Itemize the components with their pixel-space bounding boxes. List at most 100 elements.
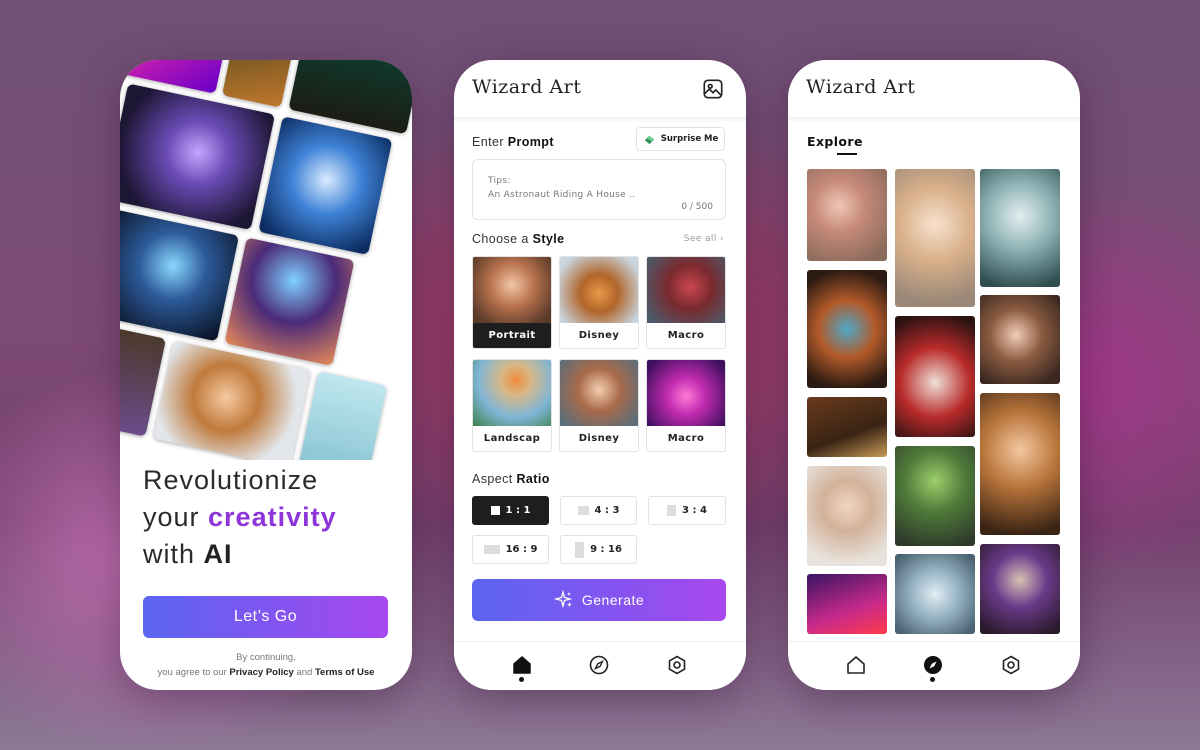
style-label: Landscap <box>483 433 541 444</box>
header-divider <box>788 117 1080 123</box>
gallery-image[interactable] <box>980 169 1060 287</box>
active-tab-indicator <box>930 677 935 682</box>
ratio-label: 9 : 16 <box>590 544 622 555</box>
hero-bold-word: AI <box>203 539 233 569</box>
see-all-link[interactable]: See all › <box>684 234 724 244</box>
ratio-label: 3 : 4 <box>682 505 707 516</box>
generate-label: Generate <box>581 592 645 608</box>
gallery-image[interactable] <box>807 574 887 634</box>
hero-headline: Revolutionize your creativity with AI <box>143 462 337 573</box>
style-section-label: Choose a Style <box>472 232 564 246</box>
collage-image <box>120 208 240 342</box>
gallery-image[interactable] <box>807 466 887 566</box>
settings-tab[interactable] <box>1000 654 1022 678</box>
gallery-icon[interactable] <box>702 78 724 100</box>
explore-tab[interactable] <box>588 654 610 678</box>
gallery-image[interactable] <box>895 446 975 546</box>
gallery-image[interactable] <box>807 270 887 388</box>
style-card-macro[interactable]: Macro <box>646 256 726 349</box>
tall-ratio-icon <box>575 541 585 558</box>
prompt-section-label: Enter Prompt <box>472 135 554 149</box>
collage-image <box>153 340 311 460</box>
wide-ratio-icon <box>483 545 500 554</box>
artwork-collage <box>120 60 412 460</box>
gallery-image[interactable] <box>895 169 975 307</box>
tab-underline <box>837 153 857 155</box>
ratio-option-9-16[interactable]: 9 : 16 <box>560 535 637 564</box>
tips-label: Tips: <box>488 176 511 186</box>
explore-tab-label[interactable]: Explore <box>807 134 863 149</box>
surprise-me-button[interactable]: Surprise Me <box>636 127 725 151</box>
style-thumbnail <box>647 257 725 323</box>
home-tab[interactable] <box>511 654 533 682</box>
sparkles-icon <box>553 590 573 609</box>
ratio-option-3-4[interactable]: 3 : 4 <box>648 496 726 525</box>
prompt-placeholder: An Astronaut Riding A House .. <box>488 190 636 200</box>
ratio-label: 4 : 3 <box>594 505 620 516</box>
style-card-disney[interactable]: Disney <box>559 256 639 349</box>
home-icon <box>513 656 531 674</box>
hero-line-1: Revolutionize <box>143 465 319 495</box>
home-tab[interactable] <box>845 654 867 678</box>
prompt-label-prefix: Enter <box>472 135 508 149</box>
onboarding-screen: Revolutionize your creativity with AI Le… <box>120 60 412 690</box>
explore-screen: Wizard Art Explore <box>788 60 1080 690</box>
app-title: Wizard Art <box>472 76 582 98</box>
hero-line-3: with <box>143 539 204 569</box>
landscape-ratio-icon <box>577 506 589 515</box>
ratio-option-4-3[interactable]: 4 : 3 <box>560 496 637 525</box>
style-card-portrait[interactable]: Portrait <box>472 256 552 349</box>
ratio-label: 16 : 9 <box>505 544 538 555</box>
explore-tab[interactable] <box>922 654 944 682</box>
settings-icon <box>668 655 686 675</box>
collage-image <box>258 116 393 255</box>
collage-image <box>297 371 388 460</box>
prompt-input[interactable]: Tips: An Astronaut Riding A House .. 0 /… <box>472 159 726 220</box>
gallery-image[interactable] <box>895 316 975 437</box>
style-thumbnail <box>560 257 638 323</box>
gallery-image[interactable] <box>980 295 1060 384</box>
style-thumbnail <box>647 360 725 426</box>
style-thumbnail <box>473 360 551 426</box>
create-screen: Wizard Art Enter Prompt Surprise Me Tips… <box>454 60 746 690</box>
surprise-me-label: Surprise Me <box>660 134 719 144</box>
style-label: Portrait <box>473 323 551 348</box>
style-label: Macro <box>667 330 705 341</box>
see-all-label: See all <box>683 234 717 244</box>
compass-icon <box>589 655 609 675</box>
lets-go-button[interactable]: Let’s Go <box>143 596 388 638</box>
gallery-image[interactable] <box>980 544 1060 634</box>
privacy-policy-link[interactable]: Privacy Policy <box>229 667 293 678</box>
style-label: Macro <box>667 433 705 444</box>
style-card-disney-2[interactable]: Disney <box>559 359 639 452</box>
compass-icon <box>924 656 942 674</box>
terms-notice: By continuing, you agree to our Privacy … <box>120 650 412 680</box>
collage-image <box>224 237 355 366</box>
bottom-tab-bar <box>788 641 1080 690</box>
generate-button[interactable]: Generate <box>472 579 726 621</box>
gallery-image[interactable] <box>980 393 1060 535</box>
style-label: Disney <box>578 330 620 341</box>
style-label: Disney <box>578 433 620 444</box>
ratio-option-1-1[interactable]: 1 : 1 <box>472 496 549 525</box>
ratio-option-16-9[interactable]: 16 : 9 <box>472 535 549 564</box>
style-card-macro-2[interactable]: Macro <box>646 359 726 452</box>
terms-of-use-link[interactable]: Terms of Use <box>315 667 374 678</box>
dice-icon <box>644 135 654 144</box>
ratio-label: 1 : 1 <box>505 505 531 516</box>
gallery-image[interactable] <box>895 554 975 634</box>
hero-accent-word: creativity <box>208 502 337 532</box>
header-divider <box>454 117 746 123</box>
portrait-ratio-icon <box>667 505 677 516</box>
style-card-landscape[interactable]: Landscap <box>472 359 552 452</box>
style-label-prefix: Choose a <box>472 232 533 246</box>
settings-tab[interactable] <box>666 654 688 678</box>
bottom-tab-bar <box>454 641 746 690</box>
style-thumbnail <box>473 257 551 323</box>
terms-prefix: you agree to our <box>157 667 230 678</box>
gallery-image[interactable] <box>807 169 887 261</box>
style-thumbnail <box>560 360 638 426</box>
gallery-image[interactable] <box>807 397 887 457</box>
character-counter: 0 / 500 <box>681 202 713 212</box>
prompt-label-bold: Prompt <box>507 135 554 149</box>
